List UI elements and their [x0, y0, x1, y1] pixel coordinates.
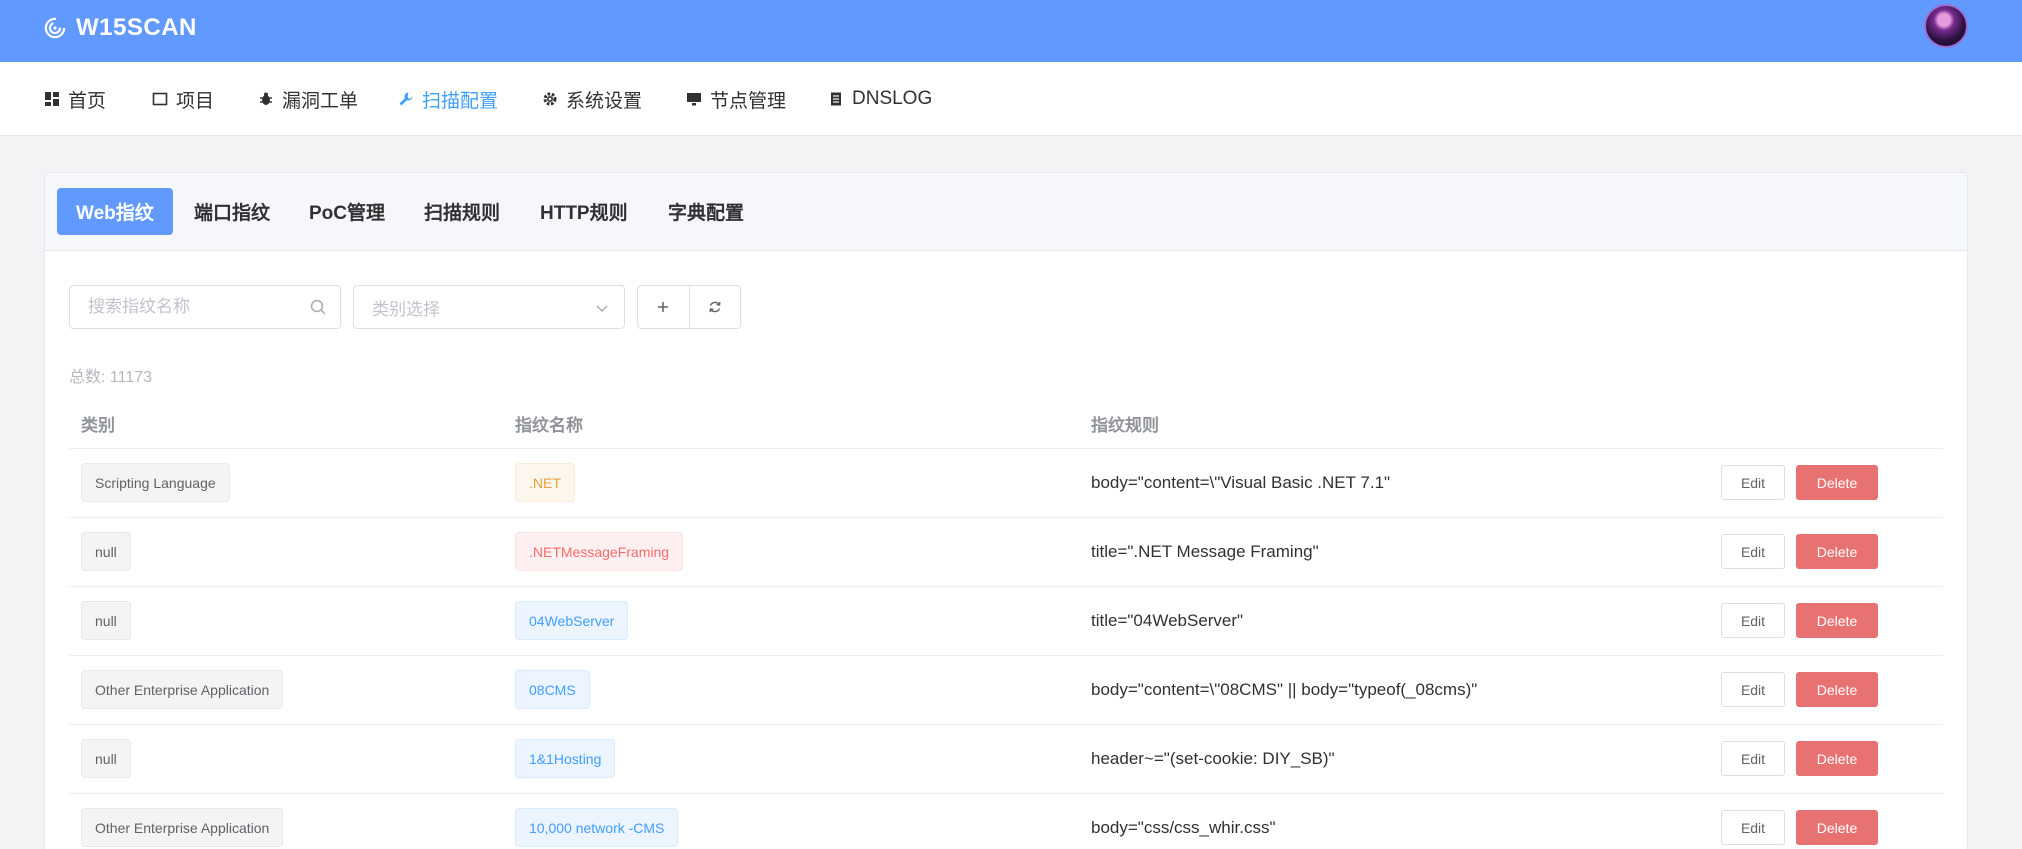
- edit-button[interactable]: Edit: [1721, 672, 1785, 707]
- nav-item-label: 漏洞工单: [282, 90, 359, 112]
- tab-http-rules[interactable]: HTTP规则: [521, 188, 647, 235]
- category-tag: Other Enterprise Application: [81, 808, 284, 847]
- tab-dictionary-config[interactable]: 字典配置: [649, 188, 763, 235]
- nav-item-scan-config[interactable]: 扫描配置: [398, 86, 498, 112]
- edit-button[interactable]: Edit: [1721, 534, 1785, 569]
- nav-item-label: 系统设置: [566, 90, 643, 112]
- edit-button[interactable]: Edit: [1721, 741, 1785, 776]
- brand[interactable]: W15SCAN: [44, 14, 197, 42]
- document-icon: [831, 92, 841, 106]
- monitor-icon: [687, 93, 701, 106]
- table-row: null 04WebServer title="04WebServer" Edit De…: [69, 587, 1943, 656]
- nav-item-label: 首页: [68, 90, 107, 112]
- main-nav: 首页 项目 漏洞工单 扫描配置 系统设置 节点管理 DNSLOG: [0, 62, 2022, 136]
- edit-button[interactable]: Edit: [1721, 810, 1785, 845]
- category-select-placeholder: 类别选择: [372, 299, 440, 319]
- table-header: 类别 指纹名称 指纹规则: [69, 393, 1943, 449]
- top-bar: W15SCAN: [0, 0, 2022, 62]
- nav-item-home[interactable]: 首页: [44, 86, 106, 112]
- tab-scan-rules[interactable]: 扫描规则: [405, 188, 519, 235]
- fingerprint-name-tag: 08CMS: [515, 670, 590, 709]
- fingerprint-rule: header~="(set-cookie: DIY_SB)": [1091, 749, 1335, 768]
- table-row: Scripting Language .NET body="content=\"Vi…: [69, 449, 1943, 518]
- refresh-button[interactable]: [688, 286, 741, 328]
- nav-item-label: 扫描配置: [422, 90, 499, 112]
- nav-item-vuln-tickets[interactable]: 漏洞工单: [258, 86, 358, 112]
- nav-item-dnslog[interactable]: DNSLOG: [828, 86, 932, 112]
- folder-icon: [152, 92, 168, 106]
- delete-button[interactable]: Delete: [1796, 810, 1878, 845]
- column-header-category: 类别: [81, 416, 115, 435]
- delete-button[interactable]: Delete: [1796, 672, 1878, 707]
- total-count: 总数: 11173: [69, 369, 153, 386]
- nav-item-label: DNSLOG: [852, 88, 933, 109]
- plus-icon: [658, 302, 669, 312]
- edit-button[interactable]: Edit: [1721, 465, 1785, 500]
- category-tag: Other Enterprise Application: [81, 670, 284, 709]
- category-tag: Scripting Language: [81, 463, 230, 502]
- delete-button[interactable]: Delete: [1796, 465, 1878, 500]
- table-body: Scripting Language .NET body="content=\"Vi…: [69, 449, 1943, 849]
- bug-icon: [260, 92, 272, 105]
- tab-web-fingerprint[interactable]: Web指纹: [57, 188, 173, 235]
- brand-name: W15SCAN: [76, 14, 197, 41]
- fingerprint-name-tag: 10,000 network -CMS: [515, 808, 679, 847]
- gear-icon: [543, 92, 557, 106]
- avatar[interactable]: [1924, 4, 1968, 48]
- category-select[interactable]: 类别选择: [353, 285, 625, 329]
- column-header-rule: 指纹规则: [1091, 416, 1159, 435]
- action-button-group: [637, 285, 741, 329]
- refresh-icon: [709, 301, 721, 313]
- fingerprint-table: 类别 指纹名称 指纹规则 Scripting Language .NET body=…: [69, 393, 1943, 849]
- fingerprint-rule: title=".NET Message Framing": [1091, 542, 1319, 561]
- table-row: null .NETMessageFraming title=".NET Messag…: [69, 518, 1943, 587]
- search-icon[interactable]: [309, 298, 327, 316]
- fingerprint-rule: body="css/css_whir.css": [1091, 818, 1276, 837]
- search-input[interactable]: [69, 285, 341, 329]
- delete-button[interactable]: Delete: [1796, 741, 1878, 776]
- category-tag: null: [81, 532, 131, 571]
- chevron-down-icon: [596, 305, 608, 313]
- table-row: null 1&1Hosting header~="(set-cookie: DIY_…: [69, 725, 1943, 794]
- nav-item-label: 节点管理: [710, 90, 787, 112]
- fingerprint-rule: body="content=\"Visual Basic .NET 7.1": [1091, 473, 1391, 492]
- category-tag: null: [81, 739, 131, 778]
- dashboard-icon: [45, 92, 59, 106]
- nav-item-projects[interactable]: 项目: [152, 86, 214, 112]
- fingerprint-rule: title="04WebServer": [1091, 611, 1244, 630]
- fingerprint-name-tag: .NET: [515, 463, 575, 502]
- column-header-name: 指纹名称: [515, 416, 583, 435]
- fingerprint-name-tag: 1&1Hosting: [515, 739, 616, 778]
- fingerprint-rule: body="content=\"08CMS" || body="typeof(_…: [1091, 680, 1478, 699]
- edit-button[interactable]: Edit: [1721, 603, 1785, 638]
- scan-config-card: Web指纹 端口指纹 PoC管理 扫描规则 HTTP规则 字典配置 类别选择 总…: [44, 172, 1968, 849]
- tab-poc-management[interactable]: PoC管理: [290, 188, 404, 235]
- fingerprint-name-tag: 04WebServer: [515, 601, 629, 640]
- table-row: Other Enterprise Application 08CMS body="c…: [69, 656, 1943, 725]
- nav-item-system-settings[interactable]: 系统设置: [542, 86, 642, 112]
- category-tag: null: [81, 601, 131, 640]
- delete-button[interactable]: Delete: [1796, 603, 1878, 638]
- nav-item-label: 项目: [176, 90, 215, 112]
- table-row: Other Enterprise Application 10,000 netwo…: [69, 794, 1943, 849]
- tab-port-fingerprint[interactable]: 端口指纹: [175, 188, 289, 235]
- wrench-icon: [399, 92, 413, 106]
- radar-icon: [44, 17, 66, 39]
- delete-button[interactable]: Delete: [1796, 534, 1878, 569]
- tabs-bar: Web指纹 端口指纹 PoC管理 扫描规则 HTTP规则 字典配置: [45, 173, 1967, 251]
- nav-item-node-management[interactable]: 节点管理: [686, 86, 786, 112]
- add-button[interactable]: [638, 286, 689, 328]
- fingerprint-name-tag: .NETMessageFraming: [515, 532, 684, 571]
